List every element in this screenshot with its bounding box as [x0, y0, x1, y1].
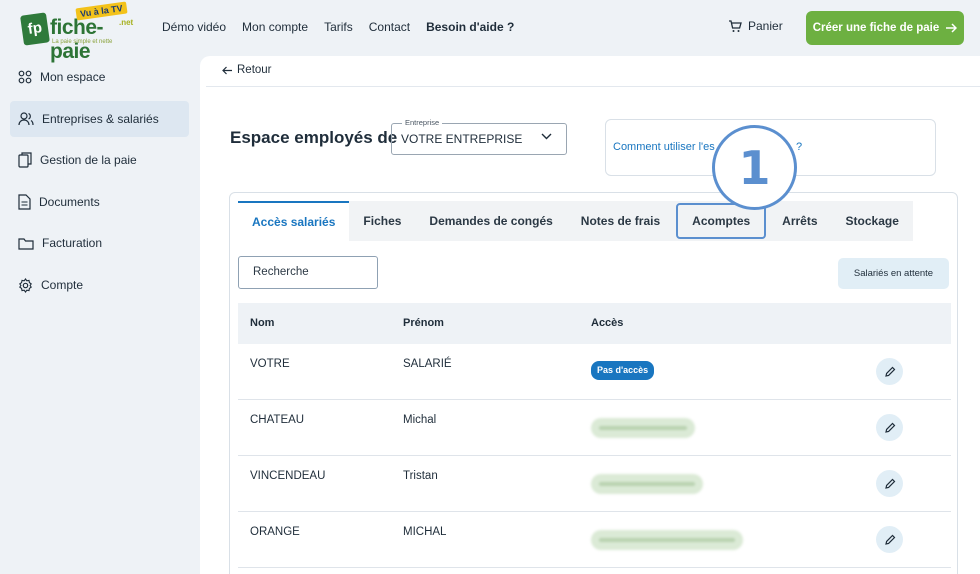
cart-button[interactable]: Panier — [728, 19, 783, 33]
nav-mon-compte[interactable]: Mon compte — [242, 20, 308, 34]
step-callout: 1 — [712, 125, 797, 210]
arrow-right-icon — [946, 23, 958, 33]
cell-nom: ORANGE — [250, 526, 300, 538]
edit-button[interactable] — [876, 470, 903, 497]
sidebar-item-label: Documents — [39, 195, 100, 209]
company-select-value: VOTRE ENTREPRISE — [401, 132, 523, 146]
table-header: Nom Prénom Accès — [238, 303, 951, 344]
create-payslip-button[interactable]: Créer une fiche de paie — [806, 11, 964, 45]
employees-card: Accès salariés Fiches Demandes de congés… — [229, 192, 958, 574]
cell-nom: CHATEAU — [250, 414, 305, 426]
column-header-acces: Accès — [591, 317, 624, 329]
main-panel: Retour Espace employés de Entreprise VOT… — [200, 56, 980, 574]
help-link-end[interactable]: ? — [796, 141, 802, 153]
nav-tarifs[interactable]: Tarifs — [324, 20, 353, 34]
pencil-icon — [884, 478, 895, 489]
table-row: VINCENDEAU Tristan — [238, 456, 951, 512]
pencil-icon — [884, 422, 895, 433]
sidebar-item-label: Facturation — [42, 236, 103, 250]
table-row: ORANGE MICHAL — [238, 512, 951, 568]
search-input[interactable]: Recherche — [238, 256, 378, 289]
nav-help[interactable]: Besoin d'aide ? — [426, 20, 514, 34]
logo-suffix: .net — [119, 18, 134, 27]
tab-demandes-conges[interactable]: Demandes de congés — [415, 201, 566, 241]
files-icon — [18, 152, 32, 168]
cell-prenom: MICHAL — [403, 526, 447, 538]
users-icon — [18, 112, 34, 126]
sidebar-item-label: Entreprises & salariés — [42, 112, 159, 126]
logo[interactable]: fp fiche-paie Vu à la TV .net La paie si… — [20, 1, 138, 63]
grid-icon — [18, 70, 32, 84]
gear-icon — [19, 277, 32, 293]
tab-notes-frais[interactable]: Notes de frais — [567, 201, 674, 241]
nav-contact[interactable]: Contact — [369, 20, 410, 34]
sidebar: Mon espace Entreprises & salariés Gestio… — [0, 56, 198, 574]
cell-nom: VINCENDEAU — [250, 470, 326, 482]
status-badge: Pas d'accès — [591, 361, 655, 380]
create-payslip-label: Créer une fiche de paie — [812, 22, 940, 34]
column-header-prenom: Prénom — [403, 317, 444, 329]
sidebar-item-facturation[interactable]: Facturation — [10, 225, 189, 261]
company-select-legend: Entreprise — [402, 118, 443, 127]
pending-employees-button[interactable]: Salariés en attente — [838, 258, 949, 289]
cart-icon — [729, 19, 742, 32]
edit-button[interactable] — [876, 526, 903, 553]
logo-mark: fp — [20, 12, 50, 46]
edit-button[interactable] — [876, 358, 903, 385]
tab-stockage[interactable]: Stockage — [832, 201, 913, 241]
tab-arrets[interactable]: Arrêts — [768, 201, 831, 241]
back-label: Retour — [237, 64, 272, 76]
cart-label: Panier — [748, 19, 783, 33]
tab-acces-salaries[interactable]: Accès salariés — [238, 201, 350, 241]
table-row: CHATEAU Michal — [238, 400, 951, 456]
blurred-email — [591, 474, 703, 494]
table-row: VOTRE SALARIÉ Pas d'accès — [238, 344, 951, 400]
blurred-email — [591, 530, 743, 550]
column-header-nom: Nom — [250, 317, 275, 329]
cell-prenom: Michal — [403, 414, 437, 426]
back-link[interactable]: Retour — [222, 64, 272, 76]
main-nav: Démo vidéo Mon compte Tarifs Contact Bes… — [162, 20, 514, 34]
edit-button[interactable] — [876, 414, 903, 441]
tab-fiches[interactable]: Fiches — [349, 201, 415, 241]
sidebar-item-compte[interactable]: Compte — [10, 267, 189, 303]
sidebar-item-mon-espace[interactable]: Mon espace — [10, 59, 189, 95]
sidebar-item-gestion-paie[interactable]: Gestion de la paie — [10, 142, 189, 178]
arrow-left-icon — [222, 66, 232, 74]
cell-prenom: Tristan — [403, 470, 438, 482]
top-bar: fp fiche-paie Vu à la TV .net La paie si… — [0, 0, 980, 63]
folder-icon — [18, 237, 34, 250]
nav-demo-video[interactable]: Démo vidéo — [162, 20, 226, 34]
help-link[interactable]: Comment utiliser l'es — [613, 141, 715, 153]
pencil-icon — [884, 534, 895, 545]
document-icon — [18, 194, 31, 210]
sidebar-item-label: Gestion de la paie — [40, 153, 137, 167]
sidebar-item-entreprises[interactable]: Entreprises & salariés — [10, 101, 189, 137]
page-title: Espace employés de — [230, 128, 398, 147]
pencil-icon — [884, 366, 895, 377]
sidebar-item-documents[interactable]: Documents — [10, 184, 189, 220]
company-select[interactable]: Entreprise VOTRE ENTREPRISE — [391, 118, 567, 155]
sidebar-item-label: Compte — [41, 278, 84, 292]
blurred-email — [591, 418, 695, 438]
divider — [206, 86, 980, 87]
tab-bar: Accès salariés Fiches Demandes de congés… — [238, 201, 913, 241]
chevron-down-icon — [541, 133, 552, 140]
sidebar-item-label: Mon espace — [40, 70, 106, 84]
employees-table: Nom Prénom Accès VOTRE SALARIÉ Pas d'acc… — [238, 303, 951, 568]
logo-tagline: La paie simple et nette — [52, 39, 113, 45]
cell-nom: VOTRE — [250, 358, 290, 370]
cell-prenom: SALARIÉ — [403, 358, 452, 370]
